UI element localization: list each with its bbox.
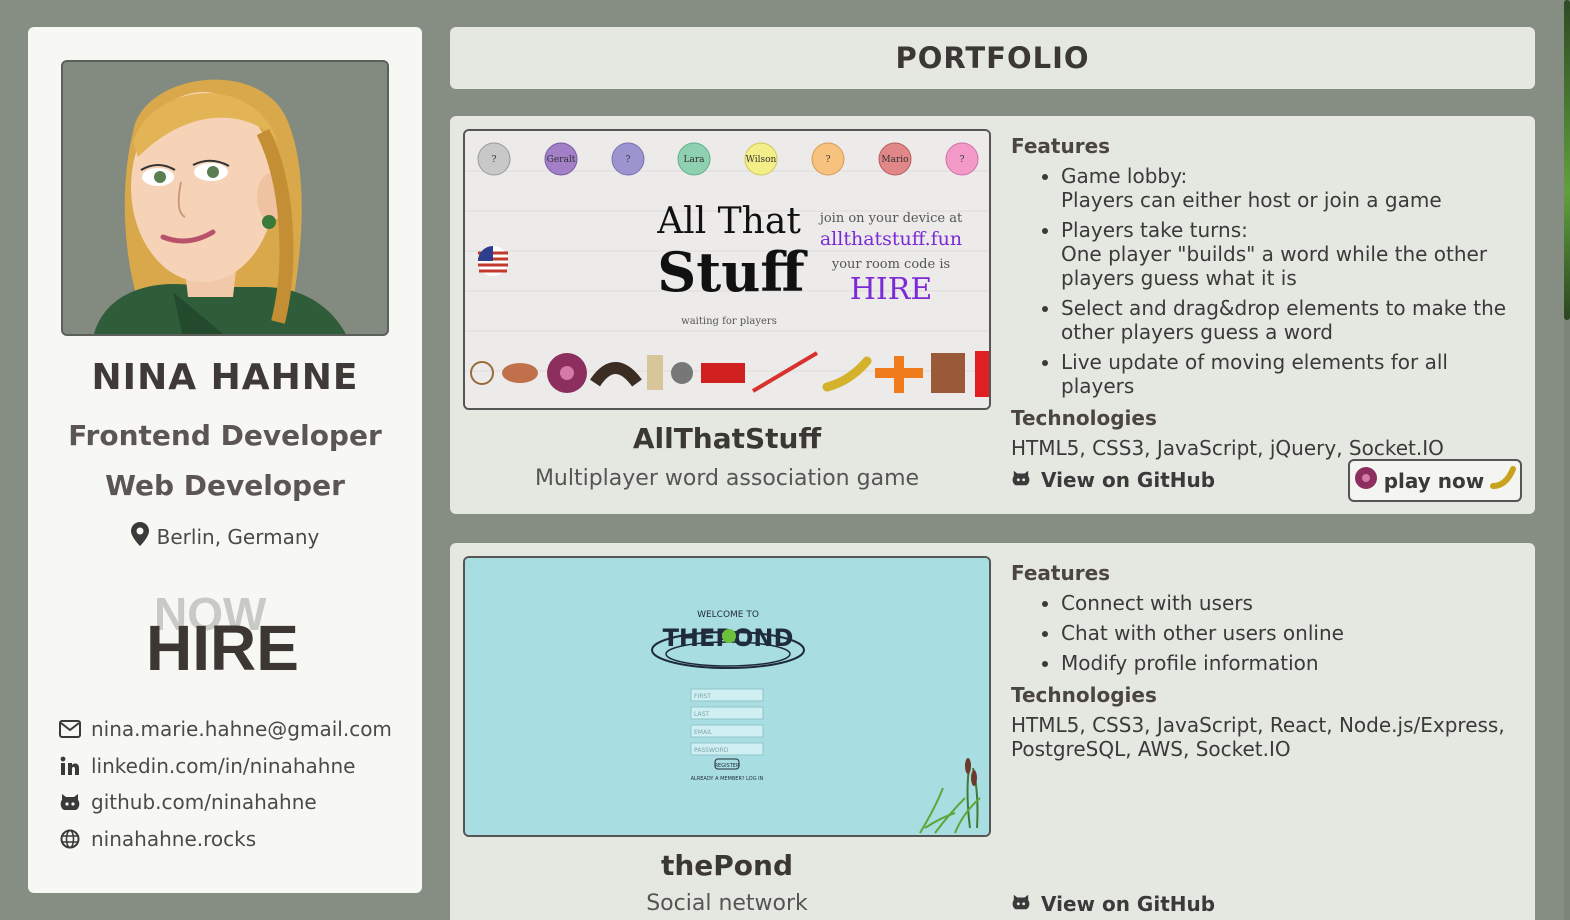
project-info: Features Game lobby: Players can either … [1011, 134, 1526, 460]
view-on-github-link[interactable]: View on GitHub [1011, 892, 1215, 916]
features-list: Connect with users Chat with other users… [1011, 591, 1526, 675]
game-waiting-text: waiting for players [681, 316, 777, 327]
scrollbar-thumb[interactable] [1564, 0, 1570, 320]
game-title-line1: All That [656, 201, 801, 242]
profile-role-web: Web Developer [105, 469, 345, 502]
player-slot: ? [626, 155, 631, 165]
feature-item: Chat with other users online [1061, 621, 1526, 645]
technologies-list: HTML5, CSS3, JavaScript, React, Node.js/… [1011, 713, 1505, 761]
contact-email[interactable]: nina.marie.hahne@gmail.com [59, 711, 392, 748]
player-slot: Lara [683, 155, 705, 165]
game-url: allthatstuff.fun [820, 228, 962, 250]
features-heading: Features [1011, 561, 1111, 585]
contact-website[interactable]: ninahahne.rocks [59, 821, 392, 858]
player-slot: ? [492, 155, 497, 165]
contact-website-text[interactable]: ninahahne.rocks [91, 827, 256, 851]
mail-icon [59, 718, 81, 740]
github-link-label[interactable]: View on GitHub [1041, 468, 1215, 492]
contact-list: nina.marie.hahne@gmail.com linkedin.com/… [59, 711, 392, 857]
page-scrollbar[interactable] [1564, 0, 1570, 920]
project-screenshot-allthatstuff[interactable]: ? Geralt ? Lara Wilson ? Mario ? All Tha… [463, 129, 991, 410]
globe-icon [59, 828, 81, 850]
technologies-list: HTML5, CSS3, JavaScript, jQuery, Socket.… [1011, 436, 1444, 460]
pond-field: EMAIL [694, 729, 713, 736]
game-join-text: join on your device at [818, 211, 963, 226]
feature-item: Select and drag&drop elements to make th… [1061, 296, 1526, 344]
project-screenshot-thepond[interactable]: WELCOME TO THEPOND FIRST LAST EMAIL PASS… [463, 556, 991, 837]
project-card-thepond: WELCOME TO THEPOND FIRST LAST EMAIL PASS… [450, 543, 1535, 920]
pond-field: PASSWORD [694, 747, 729, 754]
hire-badge-front: HIRE [146, 612, 299, 677]
feature-item: Connect with users [1061, 591, 1526, 615]
contact-github[interactable]: github.com/ninahahne [59, 784, 392, 821]
project-title: AllThatStuff [632, 422, 822, 455]
pond-login-link: ALREADY A MEMBER? LOG IN [691, 776, 764, 782]
feature-item: Modify profile information [1061, 651, 1526, 675]
features-heading: Features [1011, 134, 1111, 158]
github-icon [1011, 468, 1031, 492]
pond-field: LAST [694, 711, 709, 718]
player-slot: Wilson [746, 155, 777, 165]
feature-item: Players take turns: One player "builds" … [1061, 218, 1526, 290]
pond-register-button: REGISTER [715, 763, 740, 769]
project-title: thePond [660, 849, 794, 882]
contact-github-text[interactable]: github.com/ninahahne [91, 790, 317, 814]
profile-sidebar: NINA HAHNE Frontend Developer Web Develo… [28, 27, 422, 893]
feature-item: Live update of moving elements for all p… [1061, 350, 1526, 398]
profile-name: NINA HAHNE [91, 357, 359, 398]
player-slot: Geralt [547, 155, 576, 165]
avatar [61, 60, 389, 336]
game-room-code: HIRE [850, 272, 933, 307]
player-slot: Mario [881, 155, 908, 165]
page-title: PORTFOLIO [450, 27, 1535, 89]
contact-email-text[interactable]: nina.marie.hahne@gmail.com [91, 717, 392, 741]
game-room-text: your room code is [831, 257, 950, 272]
pond-welcome-text: WELCOME TO [697, 610, 759, 620]
features-list: Game lobby: Players can either host or j… [1011, 164, 1526, 398]
github-icon [59, 791, 81, 813]
banana-icon [1490, 466, 1517, 495]
project-card-allthatstuff: ? Geralt ? Lara Wilson ? Mario ? All Tha… [450, 116, 1535, 514]
contact-linkedin[interactable]: linkedin.com/in/ninahahne [59, 748, 392, 785]
project-subtitle: Social network [646, 891, 808, 916]
game-title-line2: Stuff [657, 240, 808, 304]
technologies-heading: Technologies [1011, 683, 1157, 707]
profile-location: Berlin, Germany [28, 522, 422, 551]
project-subtitle: Multiplayer word association game [534, 466, 920, 491]
player-slot: ? [826, 155, 831, 165]
play-now-label[interactable]: play now [1384, 469, 1485, 493]
map-pin-icon [130, 522, 149, 551]
player-slot: ? [960, 155, 965, 165]
pond-field: FIRST [694, 693, 711, 700]
profile-role-frontend: Frontend Developer [68, 419, 382, 452]
play-now-button[interactable]: play now [1348, 459, 1522, 502]
location-text: Berlin, Germany [156, 524, 320, 549]
github-icon [1011, 892, 1031, 916]
flower-icon [1354, 466, 1378, 495]
github-link-label[interactable]: View on GitHub [1041, 892, 1215, 916]
feature-item: Game lobby: Players can either host or j… [1061, 164, 1526, 212]
technologies-heading: Technologies [1011, 406, 1157, 430]
contact-linkedin-text[interactable]: linkedin.com/in/ninahahne [91, 754, 355, 778]
linkedin-icon [59, 755, 81, 777]
project-info: Features Connect with users Chat with ot… [1011, 561, 1526, 761]
view-on-github-link[interactable]: View on GitHub [1011, 468, 1215, 492]
hire-me-badge: NOW HIRE [146, 582, 336, 684]
